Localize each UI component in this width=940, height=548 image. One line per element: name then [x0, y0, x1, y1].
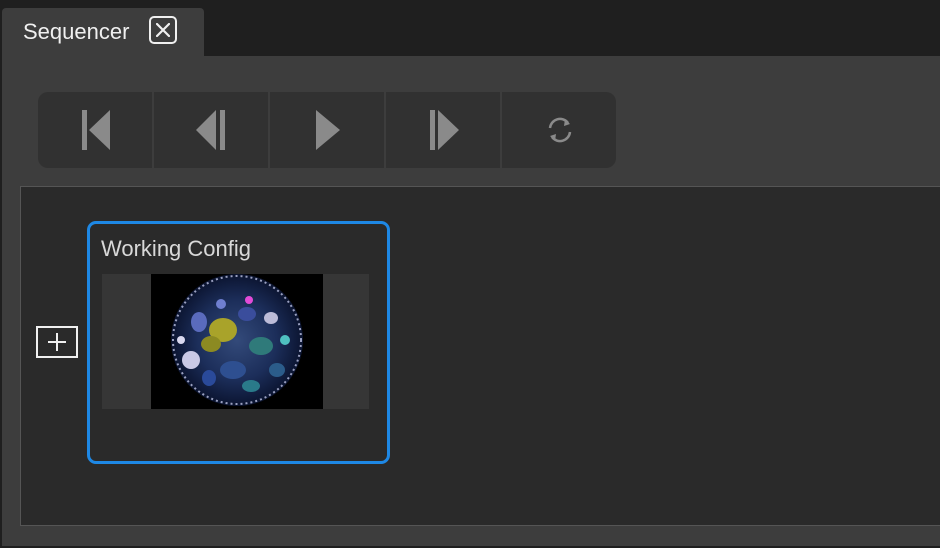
plus-box-icon [48, 333, 66, 351]
step-forward-icon [429, 110, 459, 150]
playback-toolbar [38, 92, 616, 168]
step-back-icon [195, 110, 225, 150]
close-icon[interactable] [149, 16, 177, 44]
tab-sequencer[interactable]: Sequencer [2, 8, 204, 56]
loop-icon [548, 117, 571, 143]
step-forward-button[interactable] [386, 92, 501, 168]
loop-button[interactable] [502, 92, 617, 168]
tab-title: Sequencer [23, 19, 130, 44]
add-step-button[interactable] [36, 326, 78, 358]
card-thumbnail [151, 274, 323, 409]
card-thumbnail-frame [102, 274, 369, 409]
play-icon [315, 110, 340, 150]
skip-to-start-icon [81, 110, 110, 150]
sequence-card[interactable]: Working Config [87, 221, 390, 464]
step-back-button[interactable] [154, 92, 269, 168]
card-title: Working Config [101, 236, 251, 261]
skip-to-start-button[interactable] [38, 92, 153, 168]
play-button[interactable] [270, 92, 385, 168]
